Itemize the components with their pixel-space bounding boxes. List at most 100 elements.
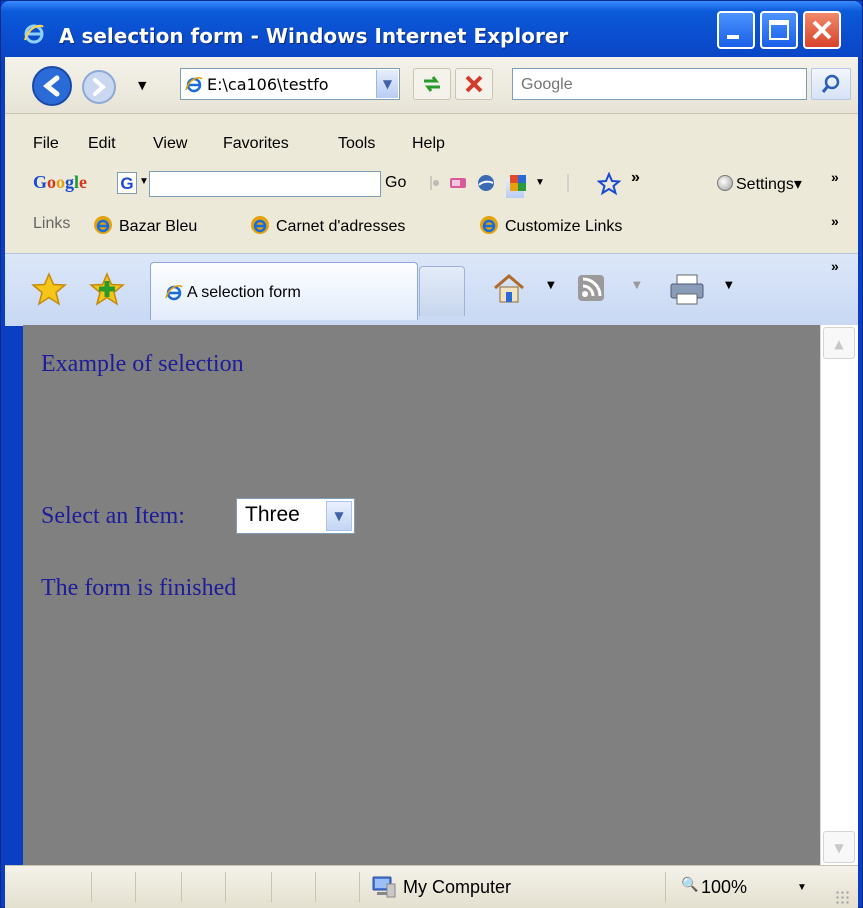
link-bazar-bleu[interactable]: Bazar Bleu [93, 215, 197, 236]
zoom-icon: 🔍 [681, 876, 699, 892]
home-dropdown[interactable]: ▼ [547, 280, 555, 291]
maximize-button[interactable] [760, 11, 798, 49]
ie-tab-icon [165, 284, 183, 301]
browser-chrome: ▼ E:\ca106\testfo ▼ Google File Edit Vie… [5, 57, 858, 326]
select-label: Select an Item: [41, 503, 185, 529]
links-chevron[interactable]: » [831, 213, 839, 229]
settings-icon [717, 175, 733, 191]
zoom-level[interactable]: 100% [701, 877, 747, 898]
search-icon [821, 74, 840, 93]
search-box[interactable] [512, 68, 807, 100]
print-dropdown[interactable]: ▼ [725, 280, 733, 291]
status-divider [181, 872, 182, 902]
link-carnet-dadresses[interactable]: Carnet d'adresses [250, 215, 405, 236]
status-divider [665, 872, 666, 902]
rss-icon[interactable] [577, 274, 605, 302]
menu-help[interactable]: Help [412, 135, 445, 153]
status-divider [315, 872, 316, 902]
page-content: Example of selection Select an Item: Thr… [23, 325, 820, 865]
address-text: E:\ca106\testfo [207, 75, 329, 94]
menu-view[interactable]: View [153, 135, 187, 153]
favorites-star-icon[interactable] [31, 272, 67, 306]
search-button[interactable] [811, 68, 851, 100]
address-dropdown[interactable]: ▼ [376, 70, 398, 98]
google-toolbar-more[interactable]: » [631, 169, 640, 187]
select-value: Three [245, 503, 300, 526]
status-divider [91, 872, 92, 902]
links-bar: Links Bazar Bleu Carnet d'adresses Custo… [5, 209, 858, 239]
navigation-bar: ▼ E:\ca106\testfo ▼ [5, 57, 858, 114]
minimize-icon [727, 35, 739, 39]
status-divider [271, 872, 272, 902]
links-label: Links [33, 215, 71, 232]
ie-link-icon [94, 216, 112, 234]
menu-favorites[interactable]: Favorites [223, 135, 289, 153]
add-favorite-icon[interactable] [89, 272, 125, 306]
refresh-button[interactable] [413, 68, 451, 100]
menu-edit[interactable]: Edit [88, 135, 116, 153]
recent-pages-dropdown[interactable]: ▼ [138, 79, 146, 92]
tab-title: A selection form [187, 284, 301, 301]
rss-dropdown[interactable]: ▼ [633, 280, 641, 291]
link-label: Carnet d'adresses [276, 218, 406, 235]
bookmark-icon[interactable] [507, 172, 529, 194]
menu-tools[interactable]: Tools [338, 135, 375, 153]
vertical-scrollbar[interactable]: ▲ ▼ [820, 325, 858, 865]
ie-link-icon [480, 216, 498, 234]
ie-page-icon [185, 76, 203, 93]
menu-file[interactable]: File [33, 135, 59, 153]
window-title: A selection form - Windows Internet Expl… [59, 24, 569, 48]
item-select[interactable]: Three ▼ [236, 498, 355, 534]
resize-grip[interactable] [835, 890, 851, 904]
google-toolbar: Google G ▼ ▼ Go ▼ » Settings▾ » [5, 167, 858, 201]
link-customize-links[interactable]: Customize Links [479, 215, 622, 236]
pagerank-icon[interactable] [447, 172, 469, 194]
google-toolbar-icons: ▼ [427, 172, 597, 196]
bookmark-dropdown[interactable]: ▼ [535, 177, 545, 188]
page-heading: Example of selection [41, 351, 244, 377]
settings-button[interactable]: Settings▾ [717, 174, 802, 194]
security-zone[interactable]: My Computer [403, 877, 511, 898]
separator-icon [430, 176, 439, 190]
status-divider [359, 872, 360, 902]
google-globe-icon[interactable] [475, 172, 497, 194]
close-button[interactable] [803, 11, 841, 49]
minimize-button[interactable] [717, 11, 755, 49]
address-bar[interactable]: E:\ca106\testfo ▼ [180, 68, 400, 100]
google-go-button[interactable]: Go [385, 174, 406, 192]
chevron-down-icon[interactable]: ▼ [326, 501, 352, 531]
ie-window: A selection form - Windows Internet Expl… [0, 0, 863, 908]
command-bar-chevron[interactable]: » [831, 258, 839, 274]
forward-icon[interactable] [81, 69, 117, 105]
star-icon[interactable] [597, 172, 621, 196]
zoom-dropdown[interactable]: ▼ [797, 882, 807, 893]
scroll-up-button[interactable]: ▲ [823, 327, 855, 359]
new-tab-button[interactable] [419, 266, 465, 316]
title-bar[interactable]: A selection form - Windows Internet Expl… [1, 1, 862, 57]
back-icon[interactable] [31, 65, 73, 107]
scroll-down-button[interactable]: ▼ [823, 831, 855, 863]
google-g-button[interactable]: G [117, 172, 137, 194]
search-input[interactable] [519, 75, 793, 95]
tab-active[interactable]: A selection form [150, 262, 418, 320]
google-menu-dropdown[interactable]: ▼ [139, 176, 149, 187]
maximize-icon [769, 20, 789, 40]
status-divider [225, 872, 226, 902]
computer-icon [372, 876, 396, 898]
divider-icon [567, 174, 569, 192]
close-icon [812, 20, 832, 40]
ie-link-icon [251, 216, 269, 234]
status-bar: My Computer 🔍 100% ▼ [5, 865, 858, 908]
stop-icon [465, 75, 483, 93]
toolbar-chevron[interactable]: » [831, 169, 839, 185]
google-search-input[interactable]: ▼ [149, 171, 524, 198]
link-label: Customize Links [505, 218, 623, 235]
form-finished-text: The form is finished [41, 575, 237, 601]
status-divider [135, 872, 136, 902]
home-icon[interactable] [491, 272, 527, 304]
print-icon[interactable] [667, 272, 707, 306]
settings-label: Settings [736, 176, 794, 193]
stop-button[interactable] [455, 68, 493, 100]
google-logo[interactable]: Google [33, 172, 87, 193]
refresh-icon [424, 76, 440, 92]
